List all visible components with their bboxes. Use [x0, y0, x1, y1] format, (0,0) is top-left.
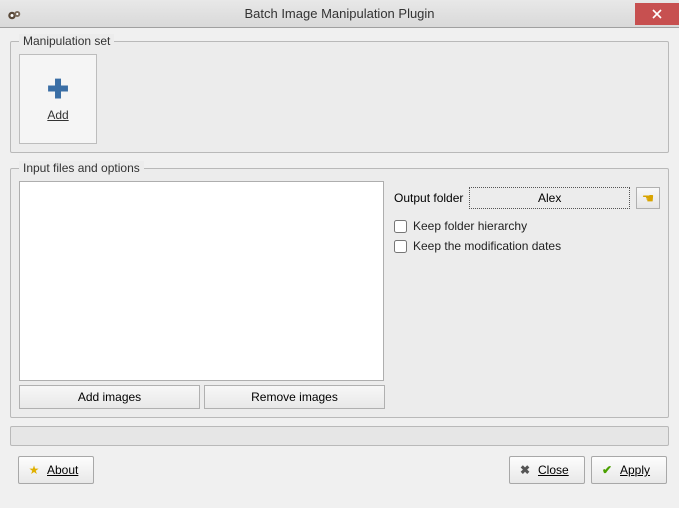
- add-manipulation-button[interactable]: ✚ Add: [19, 54, 97, 144]
- window-title: Batch Image Manipulation Plugin: [0, 6, 679, 21]
- apply-label: Apply: [620, 463, 650, 477]
- remove-images-button[interactable]: Remove images: [204, 385, 385, 409]
- options-panel: Output folder Alex ☚ Keep folder hierarc…: [394, 181, 660, 381]
- gimp-icon: [6, 5, 24, 23]
- about-label: About: [47, 463, 78, 477]
- keep-dates-checkbox[interactable]: [394, 240, 407, 253]
- keep-hierarchy-label: Keep folder hierarchy: [413, 219, 527, 233]
- manipulation-set-group: Manipulation set ✚ Add: [10, 34, 669, 153]
- keep-dates-label: Keep the modification dates: [413, 239, 561, 253]
- footer: ★ About ✖ Close ✔ Apply: [10, 456, 669, 484]
- keep-dates-row[interactable]: Keep the modification dates: [394, 239, 660, 253]
- input-files-group: Input files and options Output folder Al…: [10, 161, 669, 418]
- hand-icon: ☚: [642, 190, 655, 207]
- titlebar: Batch Image Manipulation Plugin: [0, 0, 679, 28]
- output-folder-button[interactable]: Alex: [469, 187, 630, 209]
- manipulation-set-legend: Manipulation set: [19, 34, 114, 48]
- check-icon: ✔: [600, 463, 614, 477]
- close-window-button[interactable]: [635, 3, 679, 25]
- star-icon: ★: [27, 463, 41, 477]
- add-manipulation-label: Add: [47, 108, 68, 122]
- progress-bar: [10, 426, 669, 446]
- close-icon: ✖: [518, 463, 532, 477]
- apply-button[interactable]: ✔ Apply: [591, 456, 667, 484]
- about-button[interactable]: ★ About: [18, 456, 94, 484]
- input-file-list[interactable]: [19, 181, 384, 381]
- input-files-legend: Input files and options: [19, 161, 144, 175]
- reset-output-button[interactable]: ☚: [636, 187, 660, 209]
- content: Manipulation set ✚ Add Input files and o…: [0, 28, 679, 490]
- plus-icon: ✚: [47, 76, 69, 102]
- close-label: Close: [538, 463, 569, 477]
- close-button[interactable]: ✖ Close: [509, 456, 585, 484]
- add-images-button[interactable]: Add images: [19, 385, 200, 409]
- keep-hierarchy-row[interactable]: Keep folder hierarchy: [394, 219, 660, 233]
- output-folder-label: Output folder: [394, 191, 463, 205]
- keep-hierarchy-checkbox[interactable]: [394, 220, 407, 233]
